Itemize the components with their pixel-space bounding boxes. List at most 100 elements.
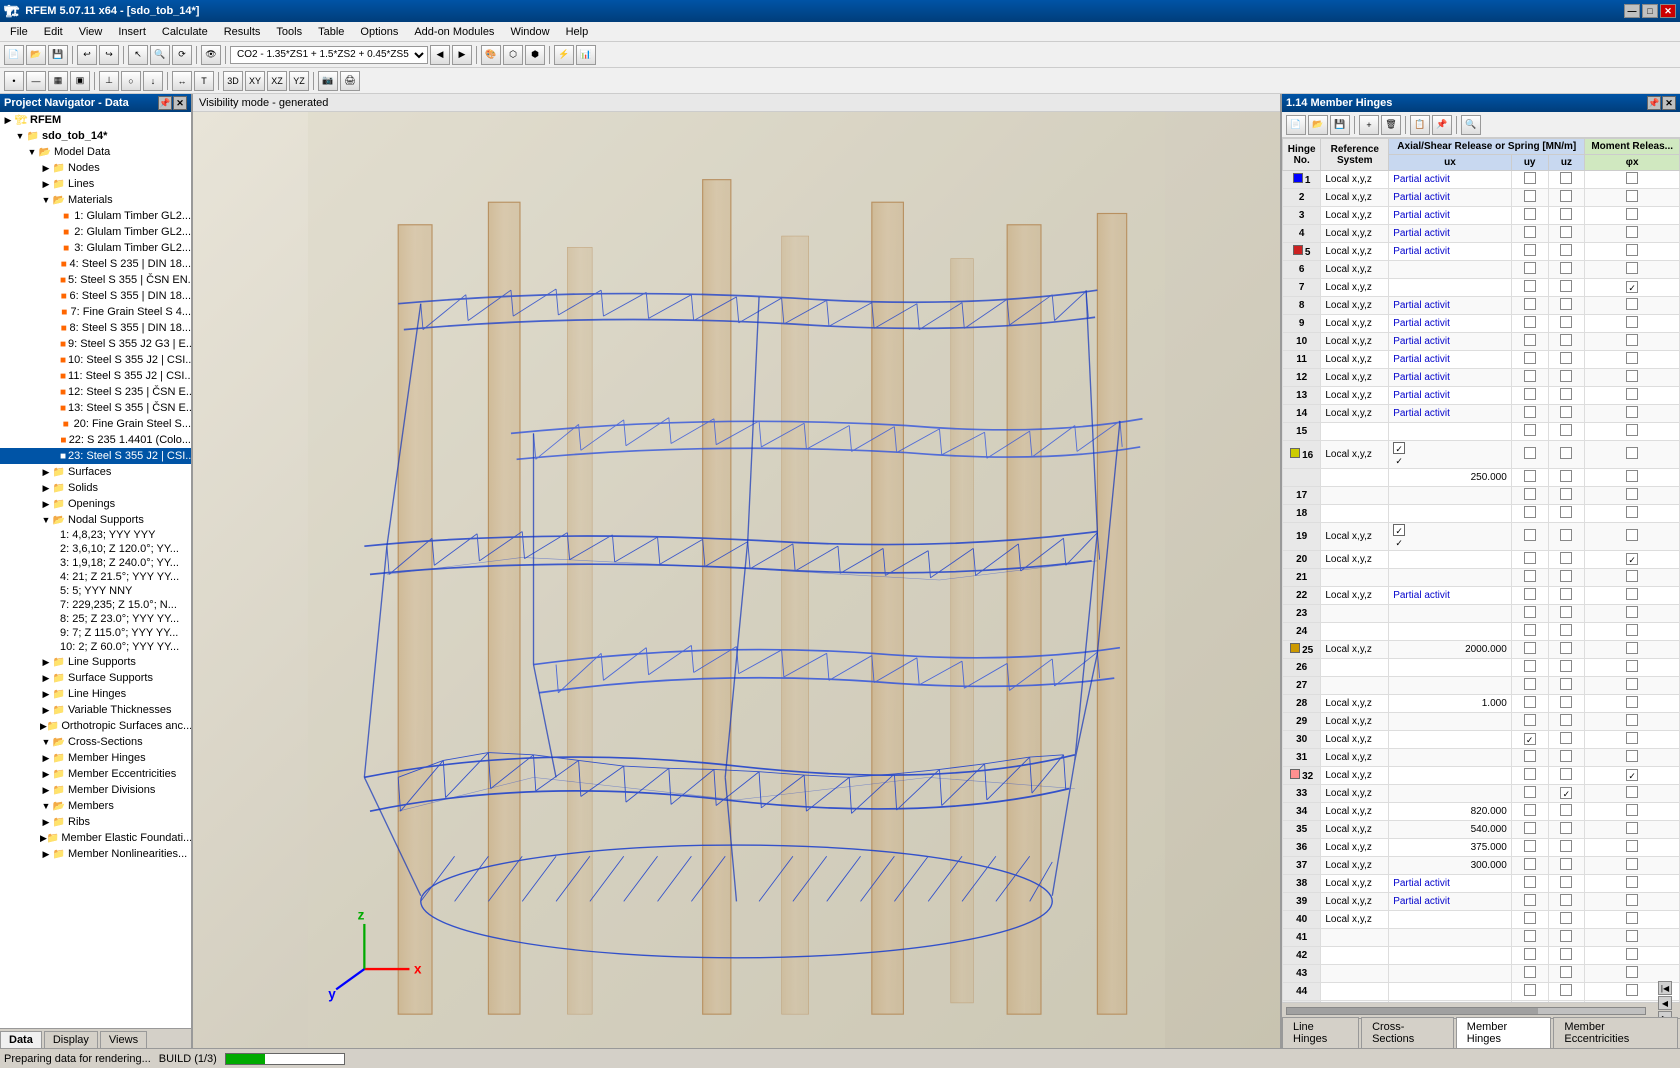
- uz-checkbox[interactable]: [1548, 911, 1585, 929]
- uy-checkbox[interactable]: [1511, 387, 1548, 405]
- phix-checkbox[interactable]: [1585, 315, 1680, 333]
- tree-mat12[interactable]: ■12: Steel S 235 | ČSN E...: [0, 384, 191, 400]
- viewxz-btn[interactable]: XZ: [267, 71, 287, 91]
- expand-project[interactable]: ▼: [14, 130, 26, 142]
- phix-checkbox[interactable]: [1585, 351, 1680, 369]
- uy-checkbox[interactable]: [1511, 351, 1548, 369]
- phix-checkbox[interactable]: [1585, 641, 1680, 659]
- table-row[interactable]: 25Local x,y,z2000.000: [1283, 641, 1680, 659]
- uz-checkbox[interactable]: [1548, 893, 1585, 911]
- phix-checkbox[interactable]: [1585, 929, 1680, 947]
- screenshot-btn[interactable]: 📷: [318, 71, 338, 91]
- uz-checkbox[interactable]: [1548, 505, 1585, 523]
- expand-nodal[interactable]: ▼: [40, 514, 52, 526]
- table-row[interactable]: 16Local x,y,z✓: [1283, 441, 1680, 469]
- uy-checkbox[interactable]: [1511, 569, 1548, 587]
- uy-checkbox[interactable]: [1511, 839, 1548, 857]
- uz-checkbox[interactable]: [1548, 171, 1585, 189]
- table-row[interactable]: 28Local x,y,z1.000: [1283, 695, 1680, 713]
- ux-cell[interactable]: 250.000: [1389, 469, 1512, 487]
- uy-checkbox[interactable]: [1511, 405, 1548, 423]
- uz-checkbox[interactable]: [1548, 623, 1585, 641]
- ux-cell[interactable]: [1389, 569, 1512, 587]
- menu-addon[interactable]: Add-on Modules: [406, 24, 502, 40]
- print-btn[interactable]: 🖨: [340, 71, 360, 91]
- uz-checkbox[interactable]: [1548, 243, 1585, 261]
- expand-mel[interactable]: ▶: [40, 832, 47, 844]
- table-row[interactable]: 30Local x,y,z✓: [1283, 731, 1680, 749]
- phix-checkbox[interactable]: [1585, 505, 1680, 523]
- tree-mat8[interactable]: ■8: Steel S 355 | DIN 18...: [0, 320, 191, 336]
- ux-cell[interactable]: [1389, 487, 1512, 505]
- redo-btn[interactable]: ↪: [99, 45, 119, 65]
- expand-mnl[interactable]: ▶: [40, 848, 52, 860]
- calc-btn[interactable]: ⚡: [554, 45, 574, 65]
- table-row[interactable]: 37Local x,y,z300.000: [1283, 857, 1680, 875]
- uz-checkbox[interactable]: [1548, 857, 1585, 875]
- render-btn[interactable]: 🎨: [481, 45, 501, 65]
- open-btn[interactable]: 📂: [26, 45, 46, 65]
- rt-copy-btn[interactable]: 📋: [1410, 115, 1430, 135]
- ux-cell[interactable]: Partial activit: [1389, 387, 1512, 405]
- tree-ortho[interactable]: ▶ 📁 Orthotropic Surfaces anc...: [0, 718, 191, 734]
- tab-member-eccentricities[interactable]: Member Eccentricities: [1553, 1017, 1678, 1048]
- uz-checkbox[interactable]: [1548, 487, 1585, 505]
- tab-display[interactable]: Display: [44, 1031, 98, 1048]
- next-case-btn[interactable]: ▶: [452, 45, 472, 65]
- uy-checkbox[interactable]: [1511, 315, 1548, 333]
- table-row[interactable]: 44: [1283, 983, 1680, 1001]
- uz-checkbox[interactable]: [1548, 731, 1585, 749]
- table-row[interactable]: 31Local x,y,z: [1283, 749, 1680, 767]
- ux-cell[interactable]: 540.000: [1389, 821, 1512, 839]
- ux-cell[interactable]: Partial activit: [1389, 369, 1512, 387]
- ux-cell[interactable]: 2000.000: [1389, 641, 1512, 659]
- ux-cell[interactable]: Partial activit: [1389, 893, 1512, 911]
- tree-mat13[interactable]: ■13: Steel S 355 | ČSN E...: [0, 400, 191, 416]
- expand-rfem[interactable]: ▶: [2, 114, 14, 126]
- table-row[interactable]: 32Local x,y,z✓: [1283, 767, 1680, 785]
- ux-cell[interactable]: [1389, 785, 1512, 803]
- tab-cross-sections[interactable]: Cross-Sections: [1361, 1017, 1454, 1048]
- ux-cell[interactable]: [1389, 605, 1512, 623]
- ux-cell[interactable]: [1389, 911, 1512, 929]
- uz-checkbox[interactable]: [1548, 947, 1585, 965]
- phix-checkbox[interactable]: [1585, 469, 1680, 487]
- ux-cell[interactable]: Partial activit: [1389, 189, 1512, 207]
- uy-checkbox[interactable]: [1511, 983, 1548, 1001]
- minimize-btn[interactable]: —: [1624, 4, 1640, 18]
- uz-checkbox[interactable]: [1548, 369, 1585, 387]
- tree-member-elastic[interactable]: ▶ 📁 Member Elastic Foundati...: [0, 830, 191, 846]
- ux-cell[interactable]: Partial activit: [1389, 207, 1512, 225]
- ux-cell[interactable]: [1389, 749, 1512, 767]
- ux-cell[interactable]: Partial activit: [1389, 587, 1512, 605]
- tree-nodal-supports[interactable]: ▼ 📂 Nodal Supports: [0, 512, 191, 528]
- tree-solids[interactable]: ▶ 📁 Solids: [0, 480, 191, 496]
- uy-checkbox[interactable]: [1511, 749, 1548, 767]
- table-row[interactable]: 11Local x,y,zPartial activit: [1283, 351, 1680, 369]
- tree-ns8[interactable]: 8: 25; Z 23.0°; YYY YY...: [0, 612, 191, 626]
- tree-lines[interactable]: ▶ 📁 Lines: [0, 176, 191, 192]
- tree-line-hinges[interactable]: ▶ 📁 Line Hinges: [0, 686, 191, 702]
- uy-checkbox[interactable]: [1511, 641, 1548, 659]
- uz-checkbox[interactable]: [1548, 225, 1585, 243]
- phix-checkbox[interactable]: [1585, 587, 1680, 605]
- phix-checkbox[interactable]: ✓: [1585, 551, 1680, 569]
- phix-checkbox[interactable]: [1585, 605, 1680, 623]
- phix-checkbox[interactable]: [1585, 857, 1680, 875]
- tree-ns3[interactable]: 3: 1,9,18; Z 240.0°; YY...: [0, 556, 191, 570]
- uy-checkbox[interactable]: [1511, 911, 1548, 929]
- ux-cell[interactable]: ✓: [1389, 523, 1512, 551]
- menu-file[interactable]: File: [2, 24, 36, 40]
- results-btn[interactable]: 📊: [576, 45, 596, 65]
- ux-cell[interactable]: [1389, 929, 1512, 947]
- uy-checkbox[interactable]: [1511, 279, 1548, 297]
- expand-nodes[interactable]: ▶: [40, 162, 52, 174]
- uy-checkbox[interactable]: [1511, 875, 1548, 893]
- tree-ribs[interactable]: ▶ 📁 Ribs: [0, 814, 191, 830]
- uy-checkbox[interactable]: [1511, 929, 1548, 947]
- uz-checkbox[interactable]: [1548, 659, 1585, 677]
- prev-case-btn[interactable]: ◀: [430, 45, 450, 65]
- save-btn[interactable]: 💾: [48, 45, 68, 65]
- phix-checkbox[interactable]: [1585, 731, 1680, 749]
- phix-checkbox[interactable]: [1585, 749, 1680, 767]
